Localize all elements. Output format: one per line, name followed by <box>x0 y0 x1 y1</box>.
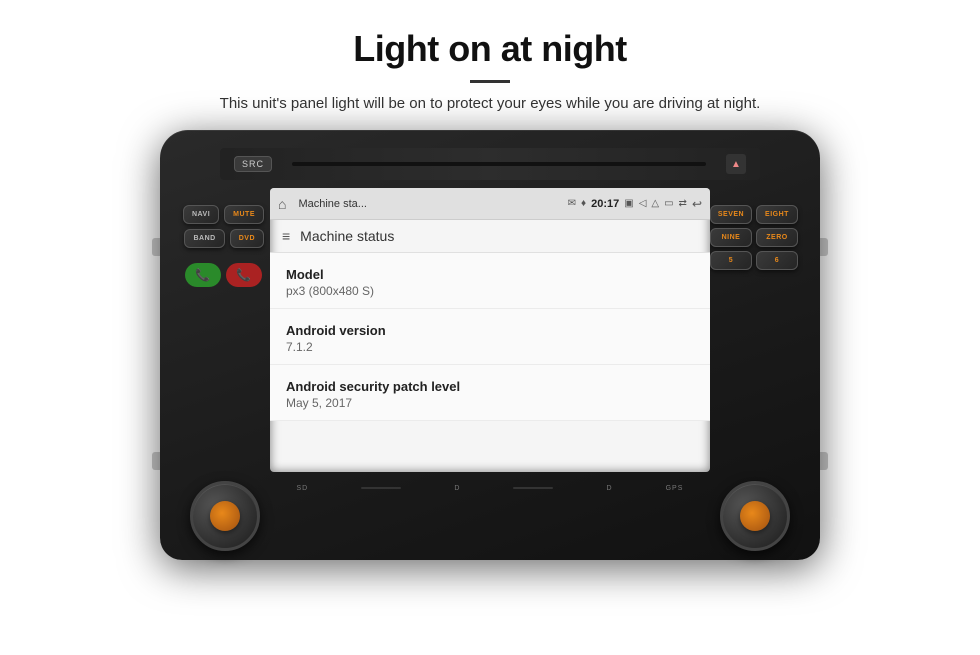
status-icons: ✉ ♦ 20:17 ▣ ◁ △ ▭ ⇄ ↩ <box>568 197 702 211</box>
back-icon[interactable]: ↩ <box>692 197 702 211</box>
warning-button[interactable]: ▲ <box>726 154 746 174</box>
band-button[interactable]: BAND <box>184 229 224 248</box>
message-icon: ✉ <box>568 198 576 209</box>
dvd-button[interactable]: DVD <box>230 229 264 248</box>
screen-icon: ▭ <box>664 198 673 209</box>
model-value: px3 (800x480 S) <box>286 284 694 298</box>
camera-icon: ▣ <box>624 198 633 209</box>
five-button[interactable]: 5 <box>710 251 752 270</box>
menu-icon[interactable]: ≡ <box>282 228 290 244</box>
swap-icon: ⇄ <box>679 198 687 209</box>
left-knob-center <box>210 501 240 531</box>
status-app-name: Machine sta... <box>298 198 561 210</box>
navi-mute-row: NAVI MUTE <box>182 205 264 224</box>
right-knob-center <box>740 501 770 531</box>
android-version-value: 7.1.2 <box>286 340 694 354</box>
number-buttons: SEVEN EIGHT NINE ZERO 5 6 <box>710 205 798 270</box>
cast-icon: △ <box>651 198 659 209</box>
page-subtitle: This unit's panel light will be on to pr… <box>220 95 761 112</box>
android-status-bar: ⌂ Machine sta... ✉ ♦ 20:17 ▣ ◁ △ ▭ ⇄ ↩ <box>270 188 710 220</box>
six-button[interactable]: 6 <box>756 251 798 270</box>
seven-button[interactable]: SEVEN <box>710 205 752 224</box>
navi-button[interactable]: NAVI <box>183 205 219 224</box>
car-unit-wrapper: SRC ▲ NAVI MUTE BAND DVD 📞 📞 SEVEN EIGHT <box>160 130 820 560</box>
unit-top-bar: SRC ▲ <box>220 148 760 180</box>
status-time: 20:17 <box>591 198 619 210</box>
title-divider <box>470 80 510 83</box>
location-icon: ♦ <box>581 198 586 209</box>
zero-button[interactable]: ZERO <box>756 228 798 247</box>
model-row: Model px3 (800x480 S) <box>270 253 710 309</box>
src-button[interactable]: SRC <box>234 156 272 172</box>
band-dvd-row: BAND DVD <box>182 229 264 248</box>
car-unit-bezel: SRC ▲ NAVI MUTE BAND DVD 📞 📞 SEVEN EIGHT <box>160 130 820 560</box>
app-content: Model px3 (800x480 S) Android version 7.… <box>270 253 710 421</box>
right-control-panel: SEVEN EIGHT NINE ZERO 5 6 <box>710 205 798 270</box>
bottom-controls <box>160 472 820 560</box>
android-version-label: Android version <box>286 323 694 338</box>
left-control-panel: NAVI MUTE BAND DVD 📞 📞 <box>182 205 264 287</box>
model-label: Model <box>286 267 694 282</box>
call-accept-button[interactable]: 📞 <box>185 263 221 287</box>
nine-button[interactable]: NINE <box>710 228 752 247</box>
right-knob[interactable] <box>720 481 790 551</box>
screen-area: ⌂ Machine sta... ✉ ♦ 20:17 ▣ ◁ △ ▭ ⇄ ↩ ≡… <box>270 188 710 472</box>
cd-slot <box>292 162 706 166</box>
android-version-row: Android version 7.1.2 <box>270 309 710 365</box>
eight-button[interactable]: EIGHT <box>756 205 798 224</box>
mute-button[interactable]: MUTE <box>224 205 264 224</box>
security-patch-value: May 5, 2017 <box>286 396 694 410</box>
volume-icon: ◁ <box>639 198 647 209</box>
security-patch-row: Android security patch level May 5, 2017 <box>270 365 710 421</box>
call-end-button[interactable]: 📞 <box>226 263 262 287</box>
app-header-title: Machine status <box>300 228 394 244</box>
page-title: Light on at night <box>353 28 626 70</box>
left-knob[interactable] <box>190 481 260 551</box>
home-icon[interactable]: ⌂ <box>278 196 286 212</box>
app-header: ≡ Machine status <box>270 220 710 253</box>
security-patch-label: Android security patch level <box>286 379 694 394</box>
